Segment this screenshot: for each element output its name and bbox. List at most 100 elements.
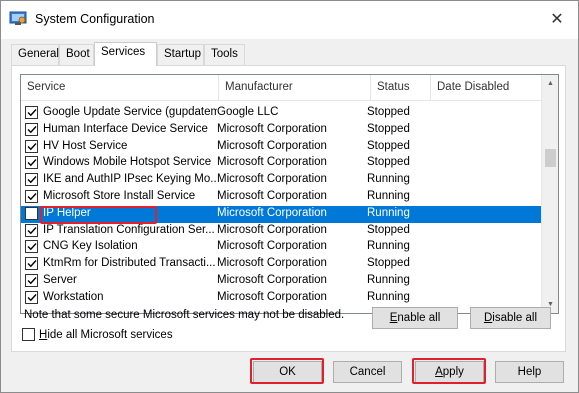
service-row[interactable]: Google Update Service (gupdatem) Google L…: [21, 105, 541, 122]
service-manufacturer: Microsoft Corporation: [217, 223, 327, 236]
vertical-scrollbar[interactable]: ▲ ▼: [541, 75, 558, 313]
apply-highlight-box: [412, 358, 486, 384]
service-row[interactable]: IP Helper Microsoft Corporation Running: [21, 205, 541, 224]
service-checkbox[interactable]: [25, 240, 38, 254]
service-manufacturer: Microsoft Corporation: [217, 257, 327, 270]
service-name: KtmRm for Distributed Transacti...: [43, 257, 216, 270]
service-manufacturer: Microsoft Corporation: [217, 273, 327, 286]
service-row[interactable]: Windows Mobile Hotspot Service Microsoft …: [21, 155, 541, 172]
close-button[interactable]: ✕: [546, 9, 568, 29]
service-checkbox[interactable]: [25, 139, 38, 153]
hide-microsoft-services-option[interactable]: Hide all Microsoft services: [22, 328, 173, 341]
service-checkbox[interactable]: [25, 223, 38, 237]
column-header-manufacturer[interactable]: Manufacturer: [219, 75, 371, 101]
service-row[interactable]: HV Host Service Microsoft Corporation Stop…: [21, 139, 541, 156]
service-status: Stopped: [367, 156, 410, 169]
service-checkbox[interactable]: [25, 290, 38, 304]
enable-all-button[interactable]: Enable all: [372, 307, 458, 329]
services-rows: Google Update Service (gupdatem) Google L…: [21, 105, 541, 313]
cancel-button[interactable]: Cancel: [333, 361, 402, 383]
help-button[interactable]: Help: [495, 361, 564, 383]
service-checkbox[interactable]: [25, 156, 38, 170]
service-manufacturer: Microsoft Corporation: [217, 139, 327, 152]
checkmark-icon: [25, 106, 38, 119]
service-checkbox[interactable]: [25, 173, 38, 187]
title-bar: System Configuration ✕: [1, 1, 578, 39]
checkmark-icon: [25, 139, 38, 153]
service-manufacturer: Microsoft Corporation: [217, 189, 327, 202]
service-checkbox[interactable]: [25, 189, 38, 203]
service-name: CNG Key Isolation: [43, 240, 138, 253]
tab-boot[interactable]: Boot: [59, 44, 94, 65]
scroll-up-icon[interactable]: ▲: [542, 75, 558, 92]
hide-ms-label: ide all Microsoft services: [47, 328, 173, 341]
service-row[interactable]: Microsoft Store Install Service Microsoft…: [21, 189, 541, 206]
list-header: Service Manufacturer Status Date Disable…: [21, 75, 541, 101]
tab-startup[interactable]: Startup: [157, 44, 204, 65]
service-manufacturer: Microsoft Corporation: [217, 156, 327, 169]
disable-all-accel: D: [483, 312, 493, 324]
service-status: Running: [367, 273, 410, 286]
tab-general[interactable]: General: [11, 44, 59, 65]
service-row[interactable]: IP Translation Configuration Ser... Micro…: [21, 223, 541, 240]
hide-microsoft-services-checkbox[interactable]: [22, 328, 35, 341]
service-name: Google Update Service (gupdatem): [43, 106, 217, 118]
enable-all-accel: E: [389, 312, 398, 324]
window-title: System Configuration: [35, 12, 155, 26]
tab-services[interactable]: Services: [94, 42, 157, 66]
service-row[interactable]: KtmRm for Distributed Transacti... Micros…: [21, 256, 541, 273]
column-header-status[interactable]: Status: [371, 75, 431, 101]
service-row[interactable]: Human Interface Device Service Microsoft …: [21, 122, 541, 139]
service-checkbox[interactable]: [25, 273, 38, 287]
close-icon: ✕: [550, 11, 564, 28]
checkmark-icon: [25, 257, 38, 271]
service-name: HV Host Service: [43, 139, 128, 152]
checkmark-icon: [25, 240, 38, 254]
service-row[interactable]: IKE and AuthIP IPsec Keying Mo... Microso…: [21, 172, 541, 189]
checkmark-icon: [25, 173, 38, 187]
service-manufacturer: Microsoft Corporation: [217, 240, 327, 253]
service-name: IP Translation Configuration Ser...: [43, 223, 215, 236]
checkmark-icon: [25, 189, 38, 203]
service-status: Stopped: [367, 139, 410, 152]
service-status: Running: [367, 290, 410, 303]
empty-checkbox-icon: [25, 206, 38, 220]
secure-services-note: Note that some secure Microsoft services…: [24, 309, 345, 321]
column-header-date-disabled[interactable]: Date Disabled: [431, 75, 541, 101]
service-status: Running: [367, 189, 410, 202]
enable-all-label: nable all: [397, 312, 441, 324]
system-configuration-window: System Configuration ✕ General Boot Serv…: [0, 0, 579, 393]
service-name: Windows Mobile Hotspot Service: [43, 156, 212, 169]
service-checkbox[interactable]: [25, 206, 38, 220]
services-list: Service Manufacturer Status Date Disable…: [20, 74, 559, 314]
service-row[interactable]: Workstation Microsoft Corporation Running: [21, 290, 541, 307]
column-header-service[interactable]: Service: [21, 75, 219, 101]
hide-ms-accel: H: [39, 328, 48, 341]
service-status: Running: [367, 206, 410, 219]
service-status: Running: [367, 240, 410, 253]
checkmark-icon: [25, 122, 38, 136]
service-checkbox[interactable]: [25, 106, 38, 119]
checkmark-icon: [25, 156, 38, 170]
service-row[interactable]: Server Microsoft Corporation Running: [21, 273, 541, 290]
disable-all-label: isable all: [492, 312, 538, 324]
service-manufacturer: Microsoft Corporation: [217, 290, 327, 303]
checkmark-icon: [25, 273, 38, 287]
service-name: Server: [43, 273, 77, 286]
service-status: Stopped: [367, 122, 410, 135]
service-checkbox[interactable]: [25, 122, 38, 136]
service-row[interactable]: CNG Key Isolation Microsoft Corporation Ru…: [21, 239, 541, 256]
system-configuration-icon: [9, 11, 27, 25]
checkmark-icon: [25, 223, 38, 237]
service-name: Workstation: [43, 290, 104, 303]
tab-tools[interactable]: Tools: [204, 44, 245, 65]
service-status: Stopped: [367, 223, 410, 236]
service-status: Stopped: [367, 106, 410, 118]
scroll-thumb[interactable]: [545, 149, 556, 167]
service-manufacturer: Google LLC: [217, 106, 279, 118]
service-status: Stopped: [367, 257, 410, 270]
service-manufacturer: Microsoft Corporation: [217, 173, 327, 186]
disable-all-button[interactable]: Disable all: [470, 307, 551, 329]
ip-helper-highlight-box: [40, 205, 157, 224]
service-checkbox[interactable]: [25, 257, 38, 271]
